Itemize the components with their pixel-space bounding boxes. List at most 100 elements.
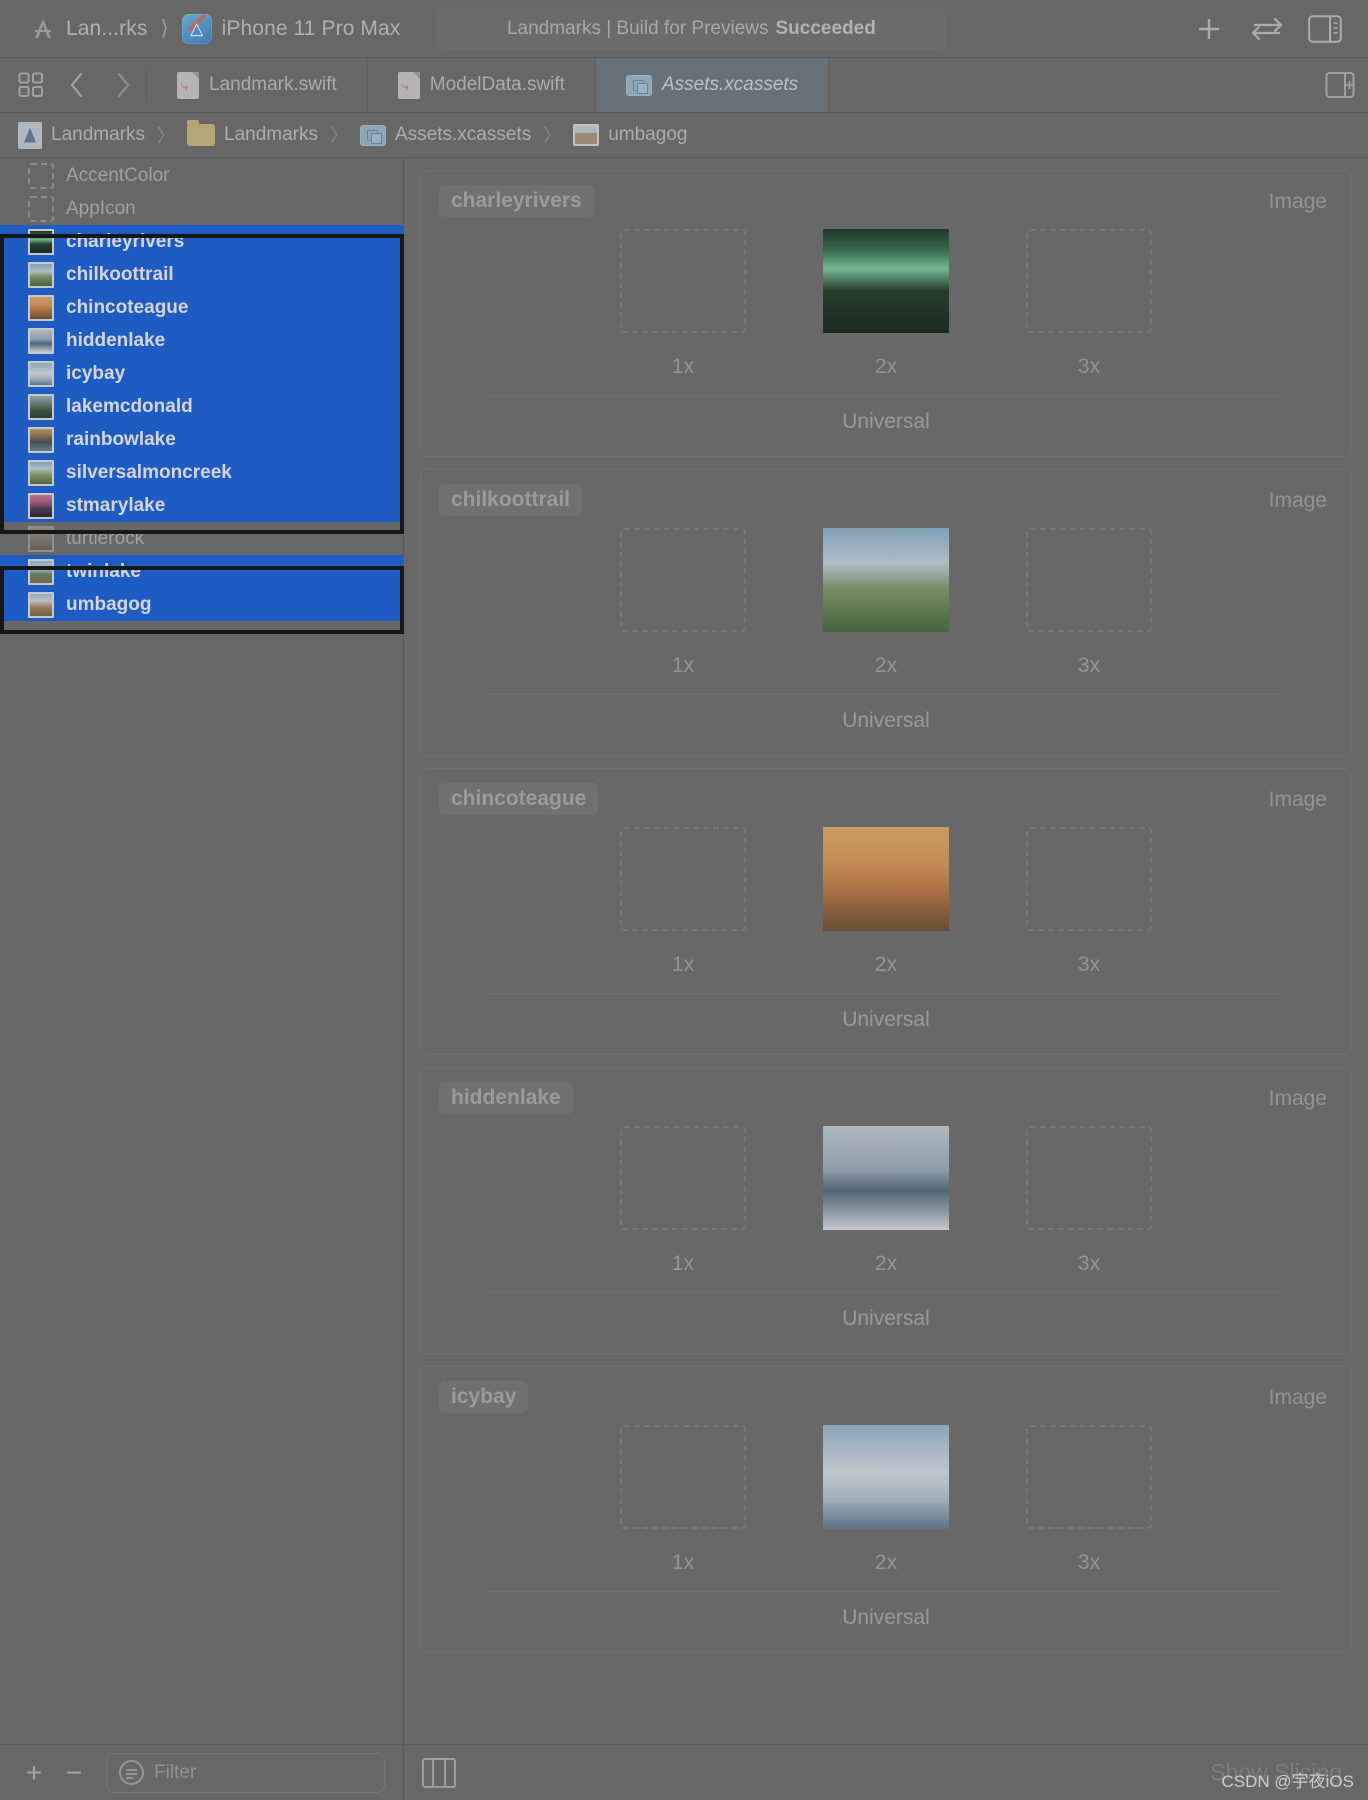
image-thumb-icon	[28, 492, 54, 519]
scale-slot[interactable]: 3x	[1026, 1126, 1152, 1276]
slot-dropzone[interactable]	[1026, 528, 1152, 632]
add-button[interactable]	[1180, 8, 1238, 50]
scale-slot[interactable]: 1x	[620, 827, 746, 977]
asset-list-item[interactable]: twinlake	[0, 555, 403, 588]
asset-group-name[interactable]: charleyrivers	[439, 185, 594, 217]
slot-dropzone[interactable]	[620, 1425, 746, 1529]
swap-arrows-icon[interactable]	[1238, 8, 1296, 50]
destination-device-icon: △	[181, 13, 212, 44]
asset-list[interactable]: AccentColor AppIcon charleyrivers chilkoott…	[0, 158, 403, 1744]
tab-label: Assets.xcassets	[661, 74, 799, 95]
asset-group[interactable]: chilkoottrail Image 1x 2x 3x Universal	[420, 469, 1352, 756]
scale-slot[interactable]: 1x	[620, 229, 746, 379]
asset-list-item[interactable]: hiddenlake	[0, 324, 403, 357]
asset-list-item[interactable]: AppIcon	[0, 192, 403, 225]
breadcrumb-item-asset[interactable]: umbagog	[569, 124, 691, 146]
scale-slot[interactable]: 3x	[1026, 827, 1152, 977]
image-thumb-icon	[28, 591, 54, 618]
tab-modeldata-swift[interactable]: ⤷ ModelData.swift	[368, 58, 596, 112]
tab-landmark-swift[interactable]: ⤷ Landmark.swift	[147, 58, 368, 112]
slot-dropzone[interactable]	[823, 528, 949, 632]
asset-list-item[interactable]: rainbowlake	[0, 423, 403, 456]
scale-slot[interactable]: 2x	[823, 1425, 949, 1575]
filter-input[interactable]: Filter	[106, 1752, 385, 1793]
asset-image	[823, 528, 949, 632]
tab-assets-xcassets[interactable]: Assets.xcassets	[595, 58, 830, 112]
breadcrumb-label: Landmarks	[51, 124, 145, 145]
asset-kind-label: Image	[1268, 190, 1327, 213]
add-asset-button[interactable]: +	[14, 1753, 54, 1793]
asset-group-name[interactable]: chincoteague	[439, 783, 599, 815]
breadcrumb-item-folder[interactable]: Landmarks	[183, 120, 322, 146]
scale-slot[interactable]: 3x	[1026, 1425, 1152, 1575]
slot-dropzone[interactable]	[823, 229, 949, 333]
scale-slot[interactable]: 2x	[823, 528, 949, 678]
slot-dropzone[interactable]	[620, 827, 746, 931]
asset-list-item[interactable]: AccentColor	[0, 159, 403, 192]
asset-group[interactable]: icybay Image 1x 2x 3x Universal	[420, 1366, 1352, 1653]
asset-list-item[interactable]: chincoteague	[0, 291, 403, 324]
image-thumb-icon	[28, 393, 54, 420]
slot-dropzone[interactable]	[620, 528, 746, 632]
asset-groups-scroll[interactable]: charleyrivers Image 1x 2x 3x Universal chilkoo…	[404, 158, 1368, 1744]
universal-label: Universal	[842, 410, 930, 433]
slot-dropzone[interactable]	[823, 1126, 949, 1230]
asset-group[interactable]: chincoteague Image 1x 2x 3x Universal	[420, 768, 1352, 1055]
universal-label: Universal	[842, 709, 930, 732]
chevron-right-icon[interactable]	[100, 58, 146, 112]
asset-group-name[interactable]: icybay	[439, 1381, 529, 1413]
chevron-right-icon: ⟩	[160, 17, 169, 40]
asset-list-item[interactable]: chilkoottrail	[0, 258, 403, 291]
destination-name: iPhone 11 Pro Max	[221, 16, 401, 40]
inspector-panel-icon[interactable]	[1296, 8, 1354, 50]
slot-dropzone[interactable]	[1026, 1126, 1152, 1230]
asset-list-item[interactable]: turtlerock	[0, 522, 403, 555]
scale-slot[interactable]: 1x	[620, 528, 746, 678]
asset-navigator: AccentColor AppIcon charleyrivers chilkoott…	[0, 158, 404, 1800]
asset-list-item[interactable]: silversalmoncreek	[0, 456, 403, 489]
asset-list-item[interactable]: icybay	[0, 357, 403, 390]
slot-dropzone[interactable]	[1026, 1425, 1152, 1529]
tab-grid-icon[interactable]	[8, 58, 54, 112]
scale-slot[interactable]: 2x	[823, 827, 949, 977]
breadcrumb-label: Assets.xcassets	[395, 124, 532, 145]
scale-slot[interactable]: 3x	[1026, 528, 1152, 678]
scale-slot[interactable]: 3x	[1026, 229, 1152, 379]
breadcrumb-separator: 〉	[157, 126, 175, 146]
breadcrumb-item-assets[interactable]: Assets.xcassets	[356, 124, 535, 146]
scheme-selector[interactable]: Lan...rks ⟩ △ iPhone 11 Pro Max	[14, 13, 401, 44]
asset-list-item[interactable]: charleyrivers	[0, 225, 403, 258]
scale-label: 3x	[1077, 654, 1101, 677]
scale-slot[interactable]: 1x	[620, 1126, 746, 1276]
universal-label: Universal	[842, 1606, 930, 1629]
asset-list-item[interactable]: umbagog	[0, 588, 403, 621]
asset-list-item[interactable]: lakemcdonald	[0, 390, 403, 423]
asset-group-name[interactable]: chilkoottrail	[439, 484, 583, 516]
scale-slot[interactable]: 2x	[823, 229, 949, 379]
scale-label: 1x	[671, 953, 695, 976]
asset-kind-label: Image	[1268, 1386, 1327, 1409]
breadcrumb-item-project[interactable]: Landmarks	[14, 121, 149, 149]
scale-label: 2x	[874, 953, 898, 976]
asset-list-item-label: icybay	[66, 362, 126, 384]
image-thumb-icon	[28, 228, 54, 255]
asset-list-item[interactable]: stmarylake	[0, 489, 403, 522]
slot-dropzone[interactable]	[823, 827, 949, 931]
slot-dropzone[interactable]	[1026, 229, 1152, 333]
asset-group[interactable]: charleyrivers Image 1x 2x 3x Universal	[420, 170, 1352, 457]
scale-slot[interactable]: 2x	[823, 1126, 949, 1276]
scale-slot[interactable]: 1x	[620, 1425, 746, 1575]
chevron-left-icon[interactable]	[54, 58, 100, 112]
asset-kind-label: Image	[1268, 788, 1327, 811]
activity-status-bar[interactable]: Landmarks | Build for Previews Succeeded	[436, 7, 947, 50]
slot-dropzone[interactable]	[823, 1425, 949, 1529]
slot-dropzone[interactable]	[1026, 827, 1152, 931]
asset-group[interactable]: hiddenlake Image 1x 2x 3x Universal	[420, 1067, 1352, 1354]
asset-group-name[interactable]: hiddenlake	[439, 1082, 573, 1114]
slot-dropzone[interactable]	[620, 1126, 746, 1230]
add-editor-icon[interactable]	[1312, 58, 1368, 112]
slot-dropzone[interactable]	[620, 229, 746, 333]
color-swatch-icon	[28, 162, 54, 189]
slicing-icon[interactable]	[422, 1757, 456, 1788]
remove-asset-button[interactable]: −	[54, 1753, 94, 1793]
